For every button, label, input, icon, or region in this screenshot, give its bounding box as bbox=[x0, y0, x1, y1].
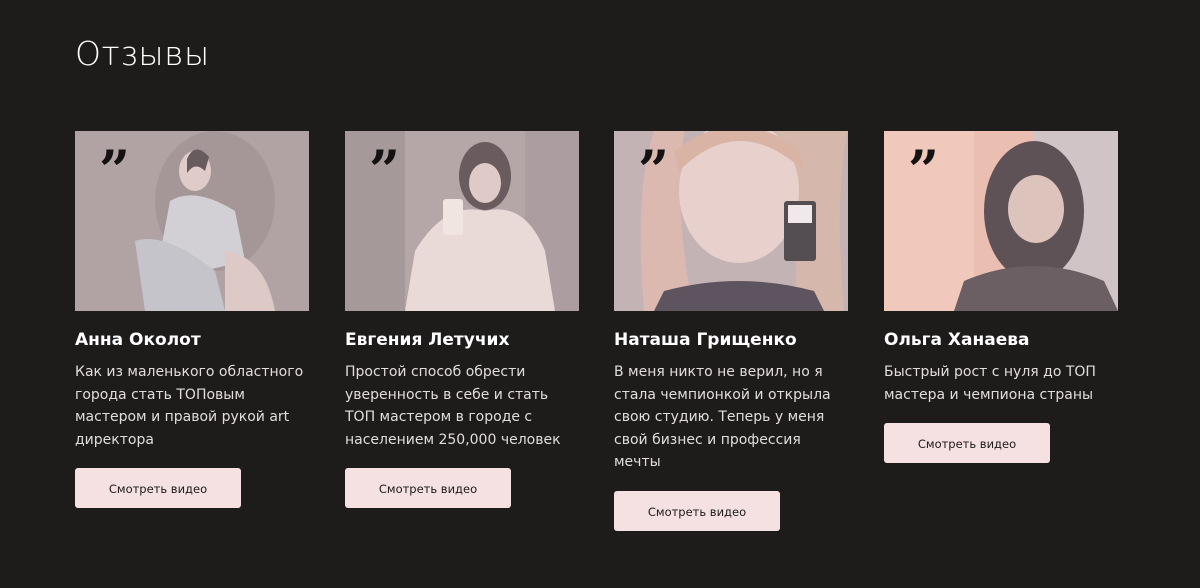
review-card: ” Ольга Ханаева Быстрый рост с нуля до Т… bbox=[884, 131, 1118, 463]
review-photo: ” bbox=[75, 131, 309, 311]
watch-video-button[interactable]: Смотреть видео bbox=[884, 423, 1050, 463]
reviewer-name: Евгения Летучих bbox=[345, 330, 510, 350]
quote-icon: ” bbox=[908, 138, 940, 202]
section-title: Отзывы bbox=[75, 34, 210, 73]
review-photo: ” bbox=[884, 131, 1118, 311]
review-photo: ” bbox=[614, 131, 848, 311]
quote-icon: ” bbox=[638, 138, 670, 202]
review-text: Быстрый рост с нуля до ТОП мастера и чем… bbox=[884, 364, 1096, 403]
review-text: Простой способ обрести уверенность в себ… bbox=[345, 364, 561, 448]
watch-video-button[interactable]: Смотреть видео bbox=[614, 490, 780, 531]
reviewer-name: Ольга Ханаева bbox=[884, 330, 1030, 350]
review-card: ” Евгения Летучих Простой способ обрести… bbox=[345, 131, 579, 508]
reviewer-name: Наташа Грищенко bbox=[614, 330, 797, 350]
review-photo: ” bbox=[345, 131, 579, 311]
review-text: Как из маленького областного города стат… bbox=[75, 364, 304, 448]
watch-video-button[interactable]: Смотреть видео bbox=[345, 468, 511, 508]
quote-icon: ” bbox=[369, 138, 401, 202]
watch-video-button[interactable]: Смотреть видео bbox=[75, 468, 241, 508]
review-card: ” Наташа Грищенко В меня никто не верил,… bbox=[614, 131, 848, 531]
quote-icon: ” bbox=[99, 138, 131, 202]
review-card: ” Анна Околот Как из маленького областно… bbox=[75, 131, 309, 508]
reviewer-name: Анна Околот bbox=[75, 330, 201, 350]
review-text: В меня никто не верил, но я стала чемпио… bbox=[614, 364, 831, 470]
